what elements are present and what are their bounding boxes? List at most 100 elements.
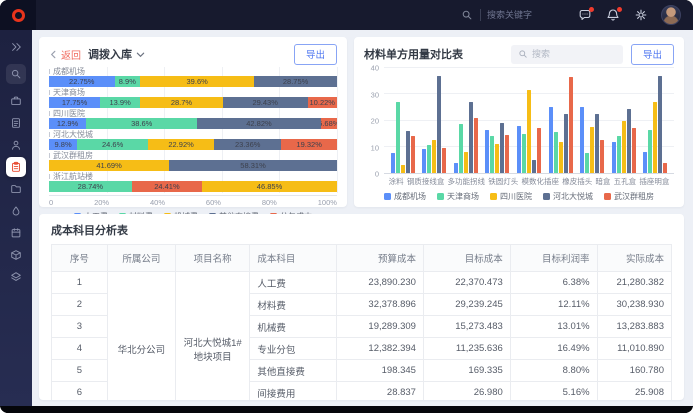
sidebar-item-file-edit-icon[interactable]	[6, 113, 26, 133]
legend-label: 四川医院	[500, 191, 532, 202]
column-header: 所属公司	[107, 245, 175, 272]
bar-segment: 24.6%	[77, 139, 148, 150]
stacked-bar-row: 浙江航站楼28.74%24.41%46.85%	[49, 172, 337, 192]
search-icon	[518, 49, 528, 59]
bar-group	[580, 68, 604, 173]
column-header: 目标成本	[423, 245, 510, 272]
grouped-bar-chart: 010203040 涂料钢质接线盒多功能拐线铁圆灯头模数化插座橡皮插头暗盒五孔盒…	[364, 68, 674, 202]
stacked-bar: 28.74%24.41%46.85%	[49, 181, 337, 192]
cost-subject-cell: 间接费用	[250, 382, 337, 401]
legend-item[interactable]: 四川医院	[490, 191, 532, 202]
target-margin-cell: 8.80%	[510, 360, 597, 382]
bar-segment: 38.6%	[86, 118, 197, 129]
legend-label: 河北大悦城	[553, 191, 593, 202]
back-chevron-icon[interactable]	[49, 50, 58, 59]
bar	[658, 76, 662, 173]
sidebar-item-cost-doc-icon[interactable]	[6, 157, 26, 177]
cost-subject-cell: 专业分包	[250, 338, 337, 360]
gear-icon[interactable]	[633, 8, 648, 23]
bar	[485, 130, 489, 173]
target-margin-cell: 12.11%	[510, 294, 597, 316]
stacked-bar: 22.75%8.9%39.6%28.75%	[49, 76, 337, 87]
category-label: 橡皮插头	[562, 176, 592, 187]
message-icon[interactable]	[577, 8, 592, 23]
bar-segment: 19.32%	[281, 139, 337, 150]
gridline	[337, 67, 338, 193]
bar-segment: 8.9%	[115, 76, 141, 87]
bar-segment: 5.68%	[321, 118, 337, 129]
project-cell: 河北大悦城1#地块项目	[175, 272, 249, 401]
panel-search-input[interactable]	[532, 49, 612, 59]
bell-icon[interactable]	[605, 8, 620, 23]
bar-segment: 12.9%	[49, 118, 86, 129]
sidebar-item-package-icon[interactable]	[6, 245, 26, 265]
bar	[632, 128, 636, 173]
back-link[interactable]: 返回	[61, 47, 81, 62]
bar-segment: 28.74%	[49, 181, 132, 192]
column-header: 序号	[52, 245, 108, 272]
cost-analysis-table: 序号所属公司项目名称成本科目预算成本目标成本目标利润率实际成本 1华北分公司河北…	[51, 244, 672, 400]
user-avatar[interactable]	[661, 5, 681, 25]
bar	[437, 76, 441, 173]
legend-item[interactable]: 武汉群租房	[604, 191, 654, 202]
global-search[interactable]	[459, 8, 551, 23]
legend-item[interactable]: 河北大悦城	[543, 191, 593, 202]
bar-group	[454, 68, 478, 173]
sidebar-item-briefcase-icon[interactable]	[6, 91, 26, 111]
target-cost-cell: 29,239.245	[423, 294, 510, 316]
target-margin-cell: 13.01%	[510, 316, 597, 338]
row-index-cell: 5	[52, 360, 108, 382]
legend-item[interactable]: 天津商场	[437, 191, 479, 202]
axis-tick: 0	[375, 170, 379, 179]
sidebar-item-layers-icon[interactable]	[6, 267, 26, 287]
bar	[391, 153, 395, 173]
panel-search[interactable]	[511, 45, 623, 64]
bar	[527, 90, 531, 173]
sidebar-item-user-icon[interactable]	[6, 135, 26, 155]
chevron-down-icon[interactable]	[136, 50, 145, 59]
axis-tick: 20	[371, 117, 379, 126]
legend-swatch	[437, 193, 444, 200]
axis-tick: 60%	[206, 198, 221, 207]
cost-subject-cell: 人工费	[250, 272, 337, 294]
export-button[interactable]: 导出	[631, 44, 674, 65]
bar	[459, 124, 463, 173]
axis-tick: 20%	[94, 198, 109, 207]
global-search-input[interactable]	[487, 10, 551, 20]
bar-group	[612, 68, 636, 173]
bar	[505, 135, 509, 173]
bar-segment: 42.82%	[197, 118, 320, 129]
cost-subject-cell: 其他直接费	[250, 360, 337, 382]
sidebar-item-search-icon[interactable]	[6, 64, 26, 84]
category-label: 浙江航站楼	[49, 172, 337, 181]
actual-cost-cell: 13,283.883	[597, 316, 671, 338]
axis-tick: 40	[371, 64, 379, 73]
bar	[569, 77, 573, 173]
legend-label: 天津商场	[447, 191, 479, 202]
sidebar-item-calendar-icon[interactable]	[6, 223, 26, 243]
bar	[648, 130, 652, 173]
bar-segment: 9.8%	[49, 139, 77, 150]
column-header: 预算成本	[337, 245, 424, 272]
chart-legend: 成都机场 天津商场 四川医院 河北大悦城武汉群租房	[364, 191, 674, 202]
axis-tick: 80%	[262, 198, 277, 207]
row-index-cell: 6	[52, 382, 108, 401]
bar	[495, 144, 499, 173]
sidebar-item-folder-icon[interactable]	[6, 179, 26, 199]
column-header: 成本科目	[250, 245, 337, 272]
target-cost-cell: 15,273.483	[423, 316, 510, 338]
axis-tick: 30	[371, 90, 379, 99]
export-button[interactable]: 导出	[294, 44, 337, 65]
bar	[580, 107, 584, 173]
stacked-bar: 17.75%13.9%28.7%29.43%10.22%	[49, 97, 337, 108]
bar	[422, 149, 426, 173]
legend-item[interactable]: 成都机场	[384, 191, 426, 202]
bar	[600, 140, 604, 173]
bar	[595, 114, 599, 173]
column-header: 目标利润率	[510, 245, 597, 272]
stacked-bar-row: 河北大悦城9.8%24.6%22.92%23.36%19.32%	[49, 130, 337, 150]
notification-dot	[589, 7, 594, 12]
sidebar-item-water-drop-icon[interactable]	[6, 201, 26, 221]
sidebar-item-chevrons-right-icon[interactable]	[6, 37, 26, 57]
row-index-cell: 3	[52, 316, 108, 338]
